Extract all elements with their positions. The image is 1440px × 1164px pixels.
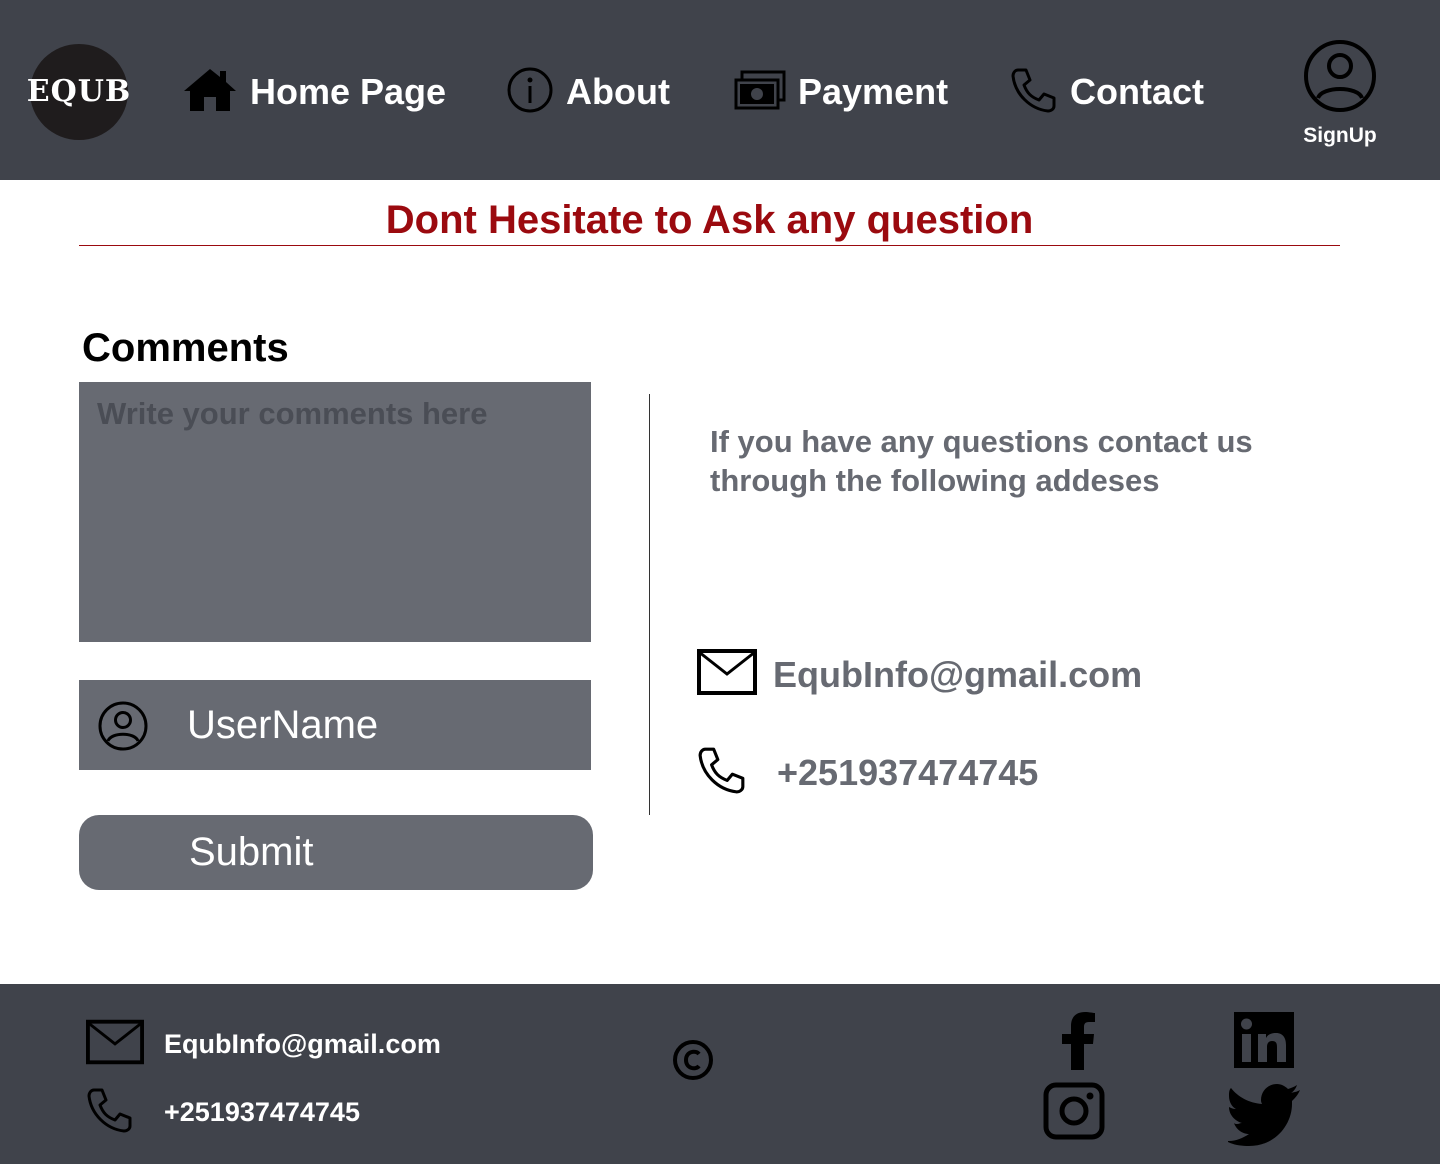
signup-button[interactable]: SignUp (1296, 38, 1384, 156)
contact-email[interactable]: EqubInfo@gmail.com (697, 648, 1142, 701)
facebook-icon[interactable] (1058, 1012, 1098, 1077)
nav-payment[interactable]: Payment (734, 66, 948, 118)
twitter-icon[interactable] (1226, 1084, 1302, 1151)
comments-heading: Comments (82, 326, 289, 370)
footer-phone[interactable]: +251937474745 (86, 1086, 360, 1139)
phone-icon (1010, 66, 1058, 119)
nav-home-page[interactable]: Home Page (182, 66, 446, 118)
footer-email[interactable]: EqubInfo@gmail.com (86, 1018, 441, 1071)
contact-phone-value: +251937474745 (777, 751, 1039, 793)
contact-phone[interactable]: +251937474745 (697, 745, 1038, 800)
phone-icon (697, 745, 747, 800)
mail-icon (86, 1018, 144, 1071)
contact-intro: If you have any questions contact us thr… (710, 424, 1253, 498)
user-circle-icon (97, 700, 149, 757)
footer-phone-value: +251937474745 (164, 1097, 360, 1127)
nav-about[interactable]: About (506, 66, 670, 118)
contact-email-value: EqubInfo@gmail.com (773, 653, 1143, 695)
linkedin-icon[interactable] (1234, 1012, 1294, 1073)
copyright-icon (672, 1039, 714, 1086)
page-title: Dont Hesitate to Ask any question (79, 198, 1340, 246)
nav-contact[interactable]: Contact (1010, 66, 1204, 118)
nav-label: Home Page (250, 71, 447, 112)
nav-label: Contact (1070, 71, 1204, 112)
comments-textarea[interactable] (79, 382, 591, 642)
brand-logo[interactable]: EQUB (27, 44, 130, 140)
home-icon (182, 67, 238, 118)
submit-button[interactable]: Submit (79, 815, 593, 890)
username-input[interactable] (187, 698, 577, 752)
instagram-icon[interactable] (1043, 1082, 1105, 1145)
nav-label: Payment (798, 71, 949, 112)
nav-label: About (566, 71, 670, 112)
mail-icon (697, 648, 757, 701)
logo-text: EQUB (26, 74, 132, 109)
vertical-divider (649, 394, 650, 815)
footer-email-value: EqubInfo@gmail.com (164, 1029, 441, 1059)
signup-label: SignUp (1303, 124, 1377, 147)
header-bar: EQUB Home Page About Payment Contact Sig… (0, 0, 1440, 180)
phone-icon (86, 1086, 134, 1139)
username-field[interactable] (79, 680, 591, 770)
info-icon (506, 66, 554, 119)
money-icon (734, 70, 786, 115)
